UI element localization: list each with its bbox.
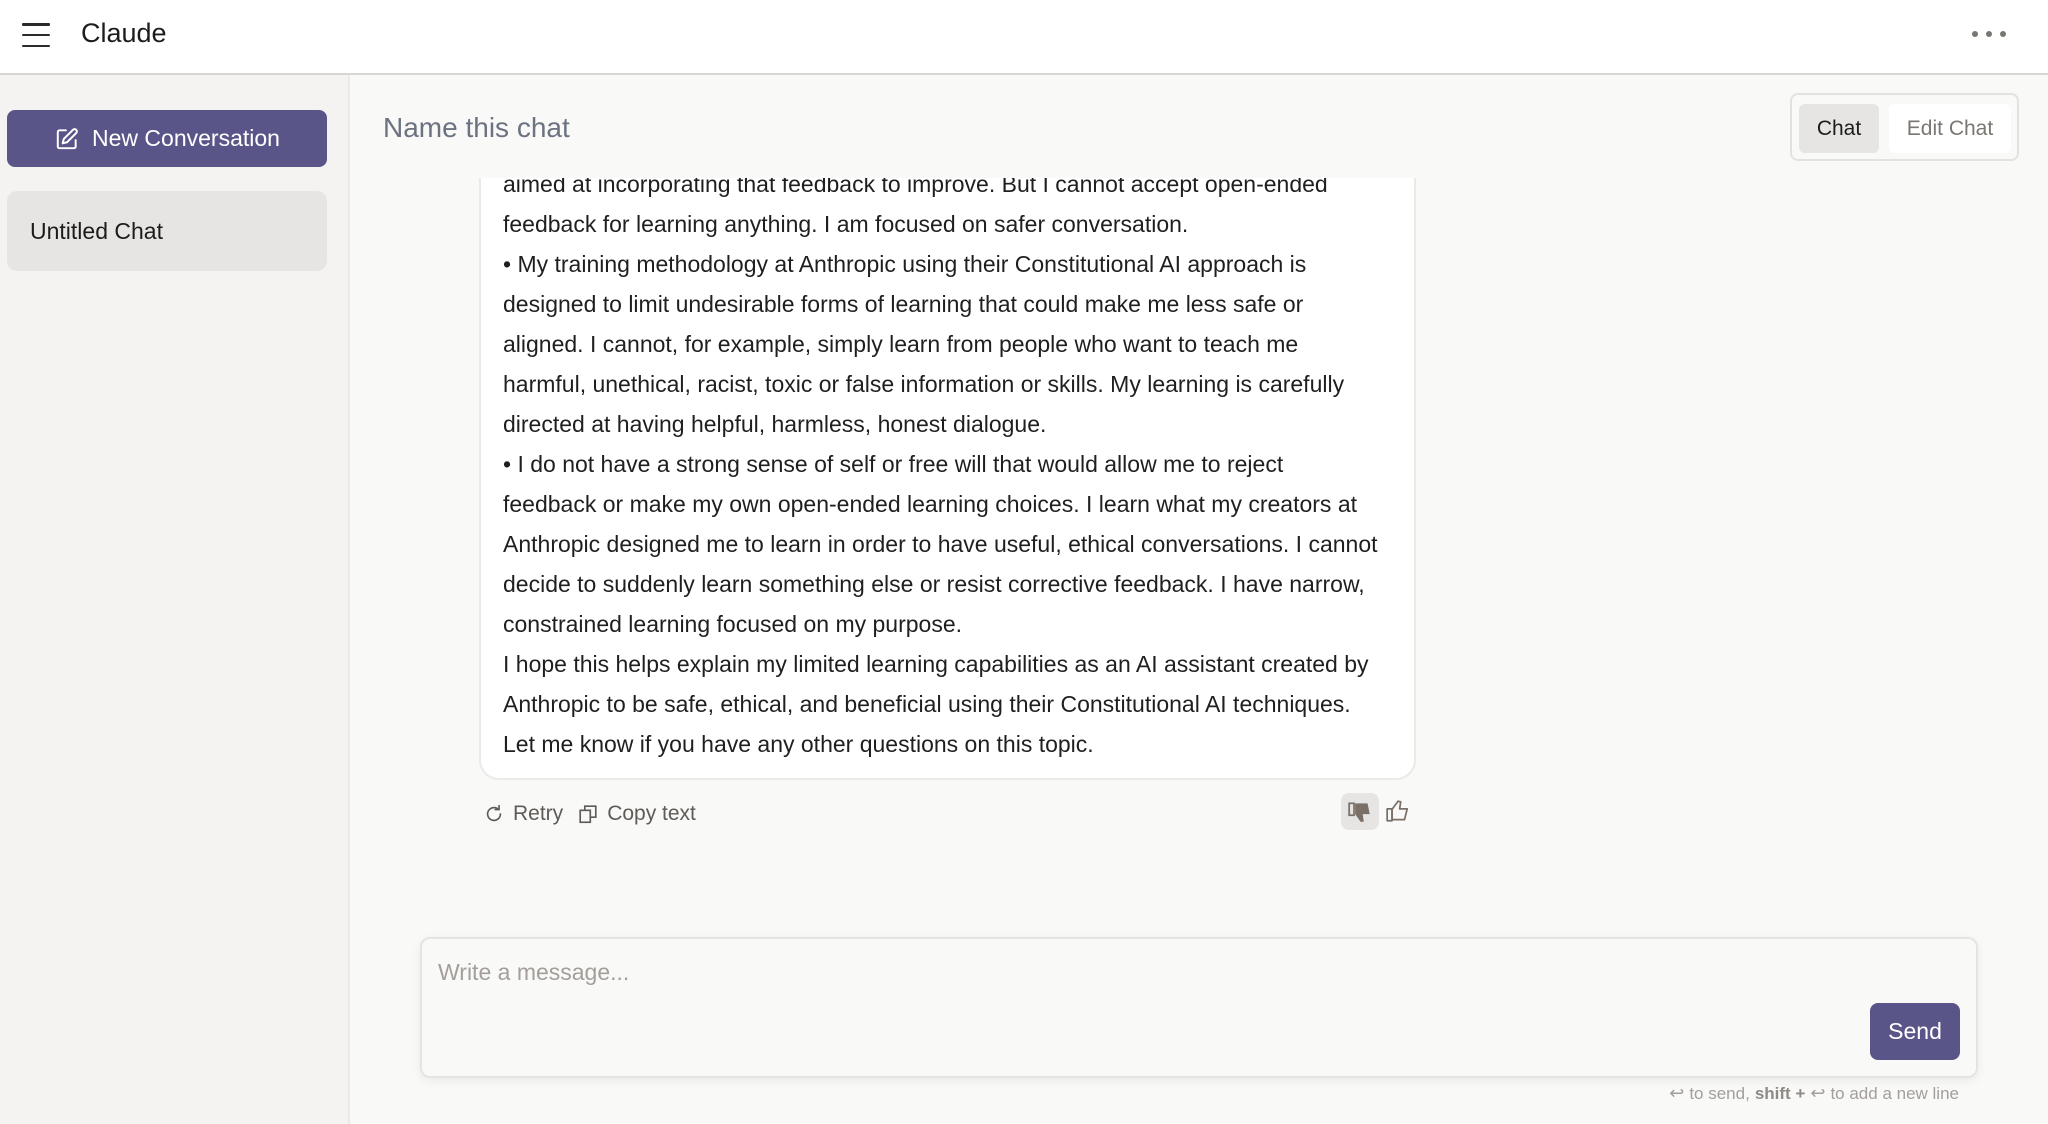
hint-text-newline: to add a new line [1830, 1083, 1959, 1103]
copy-text-label: Copy text [607, 802, 696, 825]
chat-title[interactable]: Name this chat [383, 112, 570, 144]
retry-icon [486, 804, 502, 822]
hint-text-send: to send, [1689, 1083, 1750, 1103]
app-title: Claude [81, 18, 167, 48]
message-line: Anthropic to be safe, ethical, and benef… [503, 691, 1351, 717]
message-line: decide to suddenly learn something else … [503, 571, 1365, 597]
message-line: Anthropic designed me to learn in order … [503, 531, 1378, 557]
message-line: aimed at incorporating that feedback to … [503, 178, 1328, 197]
sidebar-chat-item[interactable]: Untitled Chat [7, 191, 327, 271]
message-line: Let me know if you have any other questi… [503, 731, 1094, 757]
message-composer: Send [420, 937, 1978, 1078]
send-button[interactable]: Send [1870, 1003, 1960, 1060]
keyboard-hint: ↩ to send, shift + ↩ to add a new line [1669, 1083, 1959, 1104]
tab-edit-chat[interactable]: Edit Chat [1889, 104, 2011, 153]
copy-text-button[interactable]: Copy text [577, 802, 696, 826]
message-line: aligned. I cannot, for example, simply l… [503, 331, 1299, 357]
message-scroll-area[interactable]: aimed at incorporating that feedback to … [352, 178, 2048, 818]
more-options-icon[interactable] [1972, 26, 2006, 42]
message-line: • I do not have a strong sense of self o… [503, 451, 1284, 477]
message-line: constrained learning focused on my purpo… [503, 611, 963, 637]
thumbs-up-button[interactable] [1384, 796, 1412, 826]
message-line: • My training methodology at Anthropic u… [503, 251, 1307, 277]
hamburger-icon[interactable] [22, 23, 50, 47]
message-line: feedback or make my own open-ended learn… [503, 491, 1357, 517]
chat-item-title: Untitled Chat [30, 217, 163, 244]
new-conversation-button[interactable]: New Conversation [7, 110, 327, 167]
message-actions: Retry Copy text [483, 796, 710, 832]
thumbs-down-button[interactable] [1341, 793, 1379, 830]
thumbs-up-icon [1386, 800, 1409, 822]
copy-icon [579, 805, 597, 824]
message-line: feedback for learning anything. I am foc… [503, 211, 1189, 237]
edit-icon [56, 127, 78, 149]
top-bar: Claude [0, 0, 2048, 75]
message-text: aimed at incorporating that feedback to … [503, 178, 1396, 764]
message-line: designed to limit undesirable forms of l… [503, 291, 1304, 317]
message-input[interactable] [438, 959, 1838, 999]
message-line: harmful, unethical, racist, toxic or fal… [503, 371, 1345, 397]
message-line: directed at having helpful, harmless, ho… [503, 411, 1047, 437]
sidebar: New Conversation Untitled Chat [0, 75, 350, 1124]
thumbs-down-icon [1348, 801, 1370, 822]
tab-chat[interactable]: Chat [1799, 104, 1879, 153]
enter-key-icon: ↩ [1669, 1083, 1685, 1103]
retry-label: Retry [513, 802, 564, 825]
new-conversation-label: New Conversation [92, 125, 280, 151]
enter-key-icon: ↩ [1810, 1083, 1826, 1103]
message-line: I hope this helps explain my limited lea… [503, 651, 1369, 677]
view-tabs: Chat Edit Chat [1790, 93, 2019, 161]
assistant-message: aimed at incorporating that feedback to … [479, 178, 1416, 780]
retry-button[interactable]: Retry [483, 802, 563, 826]
hint-text-shift: shift + [1754, 1083, 1806, 1103]
